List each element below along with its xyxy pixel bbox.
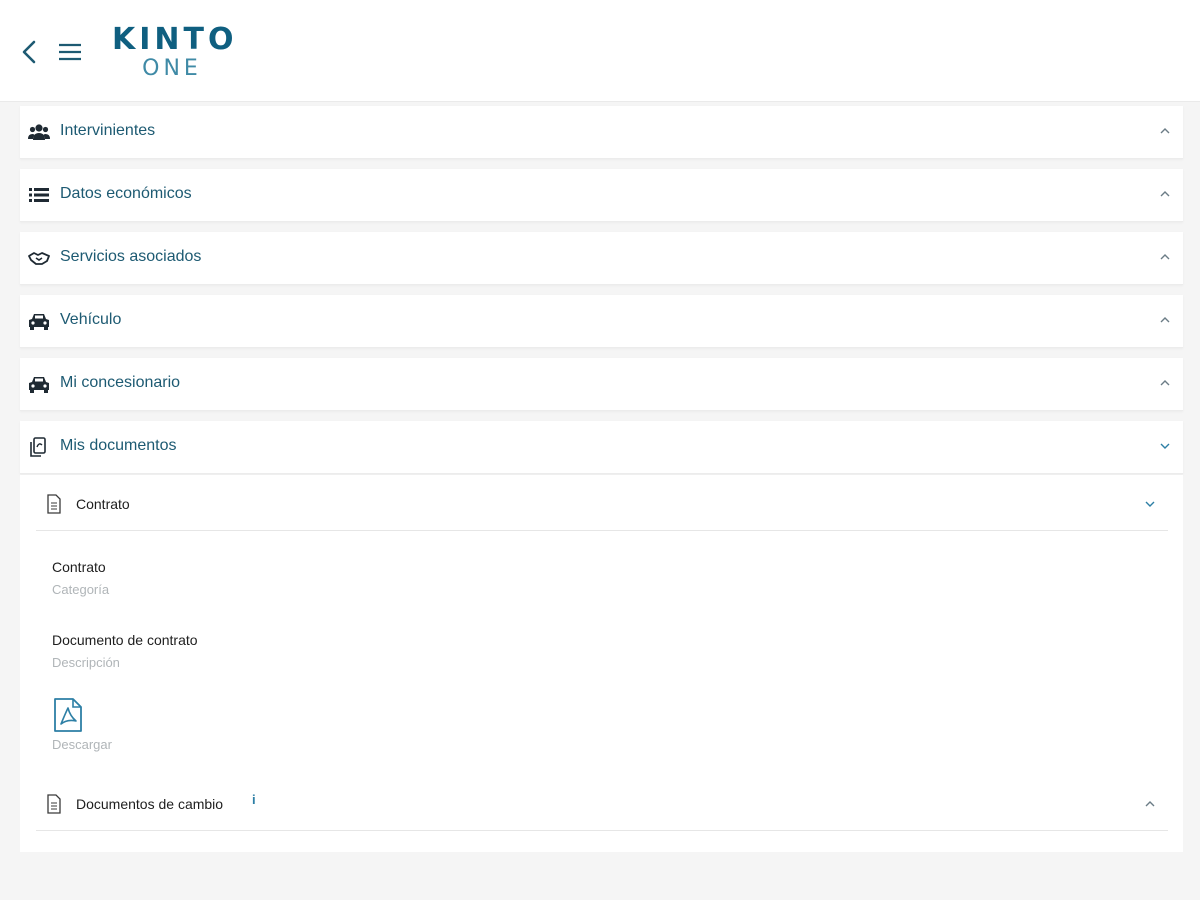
section-datos-economicos[interactable]: Datos económicos <box>20 169 1183 222</box>
handshake-icon <box>28 252 50 265</box>
category-value: Contrato <box>52 559 106 575</box>
car-icon <box>29 314 49 330</box>
section-intervinientes[interactable]: Intervinientes <box>20 106 1183 159</box>
section-label: Vehículo <box>60 311 122 328</box>
documents-panel: Contrato Documentos de cambio i <box>20 475 1183 852</box>
app-header: KINTO ONE <box>0 0 1200 102</box>
subsection-label: Documentos de cambio <box>76 796 224 812</box>
chevron-down-icon <box>1160 443 1170 449</box>
hamburger-menu-icon[interactable] <box>58 42 82 62</box>
car-icon <box>29 377 49 393</box>
chevron-up-icon <box>1160 128 1170 134</box>
pdf-icon[interactable] <box>52 698 84 732</box>
section-vehiculo[interactable]: Vehículo <box>20 295 1183 348</box>
logo-text: KINTO <box>112 22 238 57</box>
list-icon <box>29 188 49 202</box>
section-mi-concesionario[interactable]: Mi concesionario <box>20 358 1183 411</box>
logo-subtext: ONE <box>142 56 202 81</box>
back-arrow-icon[interactable] <box>18 38 42 66</box>
subsection-label: Contrato <box>76 496 130 512</box>
subsection-documentos-de-cambio[interactable]: Documentos de cambio i <box>36 777 1168 831</box>
section-label: Mis documentos <box>60 437 177 454</box>
info-icon[interactable]: i <box>252 792 256 807</box>
section-label: Servicios asociados <box>60 248 202 265</box>
description-value: Documento de contrato <box>52 632 198 648</box>
chevron-up-icon <box>1160 317 1170 323</box>
documents-icon <box>30 437 46 457</box>
document-icon <box>47 494 61 514</box>
chevron-up-icon <box>1160 191 1170 197</box>
section-servicios-asociados[interactable]: Servicios asociados <box>20 232 1183 285</box>
users-icon <box>28 124 50 140</box>
section-label: Mi concesionario <box>60 374 181 391</box>
category-label: Categoría <box>52 582 110 597</box>
kinto-one-logo: KINTO ONE <box>112 22 238 84</box>
chevron-down-icon <box>1145 501 1155 507</box>
description-label: Descripción <box>52 655 120 670</box>
section-label: Intervinientes <box>60 122 156 139</box>
document-icon <box>47 794 61 814</box>
section-mis-documentos[interactable]: Mis documentos <box>20 421 1183 474</box>
download-link[interactable]: Descargar <box>52 737 112 752</box>
chevron-up-icon <box>1160 254 1170 260</box>
chevron-up-icon <box>1160 380 1170 386</box>
chevron-up-icon <box>1145 801 1155 807</box>
subsection-contrato[interactable]: Contrato <box>36 477 1168 531</box>
section-label: Datos económicos <box>60 185 192 202</box>
